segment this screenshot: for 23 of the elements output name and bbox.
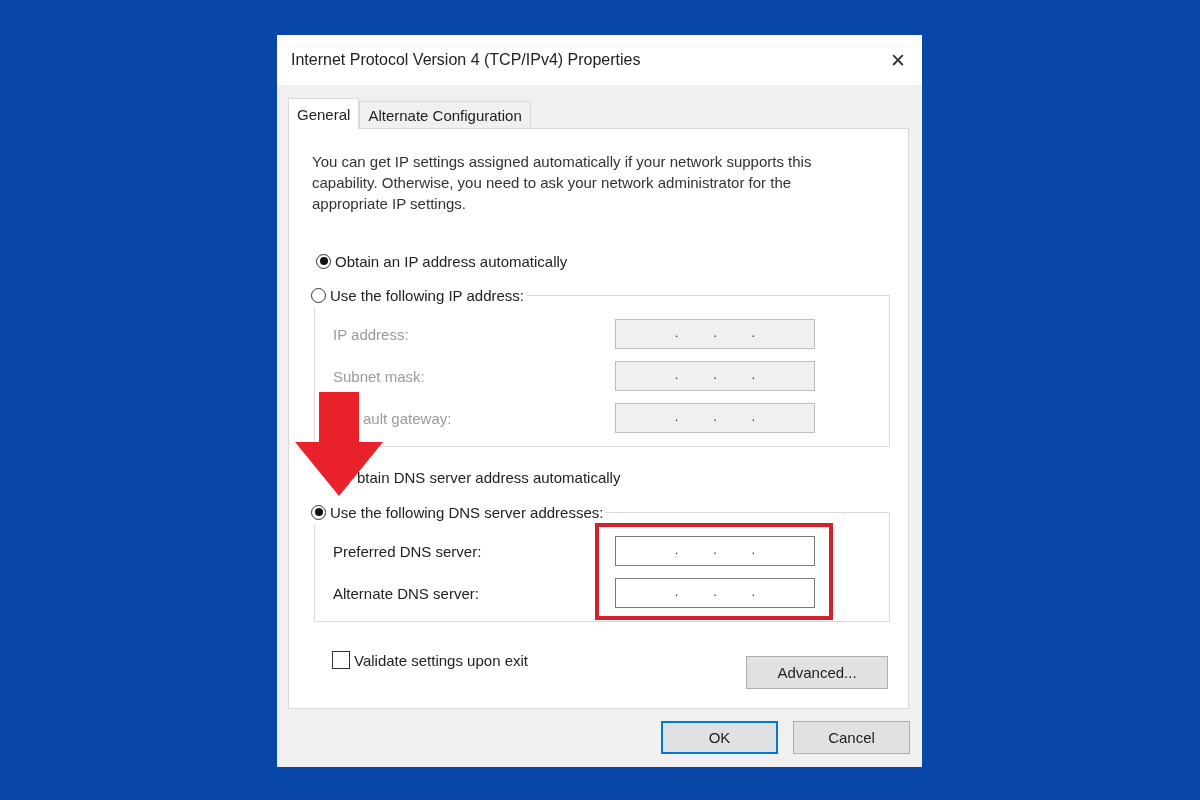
checkbox[interactable] (332, 651, 350, 669)
field-label: IP address: (333, 325, 410, 343)
field-label: Preferred DNS server: (333, 542, 483, 560)
window-title: Internet Protocol Version 4 (TCP/IPv4) Properties (291, 51, 641, 69)
field-label: Subnet mask: (333, 367, 426, 385)
option-label: Use the following DNS server addresses: (330, 503, 604, 521)
advanced-button[interactable]: Advanced... (746, 656, 888, 689)
tab[interactable]: General (288, 98, 360, 129)
ip-address-field[interactable]: . . . (615, 536, 815, 566)
radio-button[interactable] (311, 504, 326, 520)
ok-button[interactable]: OK (661, 721, 778, 754)
radio-button[interactable] (316, 253, 331, 269)
option-label: Use the following IP address: (330, 286, 524, 304)
description-text: You can get IP settings assigned automatically if your network supports this capability. Otherwise, you need to ask your network administrator for the appropriate IP settings. (312, 152, 813, 214)
tab[interactable]: Alternate Configuration (359, 101, 531, 128)
field-label: ault gateway: (363, 409, 453, 427)
checkbox-label: Validate settings upon exit (354, 651, 528, 669)
field-label: Alternate DNS server: (333, 584, 480, 602)
close-button[interactable]: ✕ (890, 49, 906, 71)
option-label: Obtain an IP address automatically (335, 252, 568, 270)
ip-address-field[interactable]: . . . (615, 578, 815, 608)
cancel-button[interactable]: Cancel (793, 721, 910, 754)
option-label: btain DNS server address automatically (357, 468, 621, 486)
